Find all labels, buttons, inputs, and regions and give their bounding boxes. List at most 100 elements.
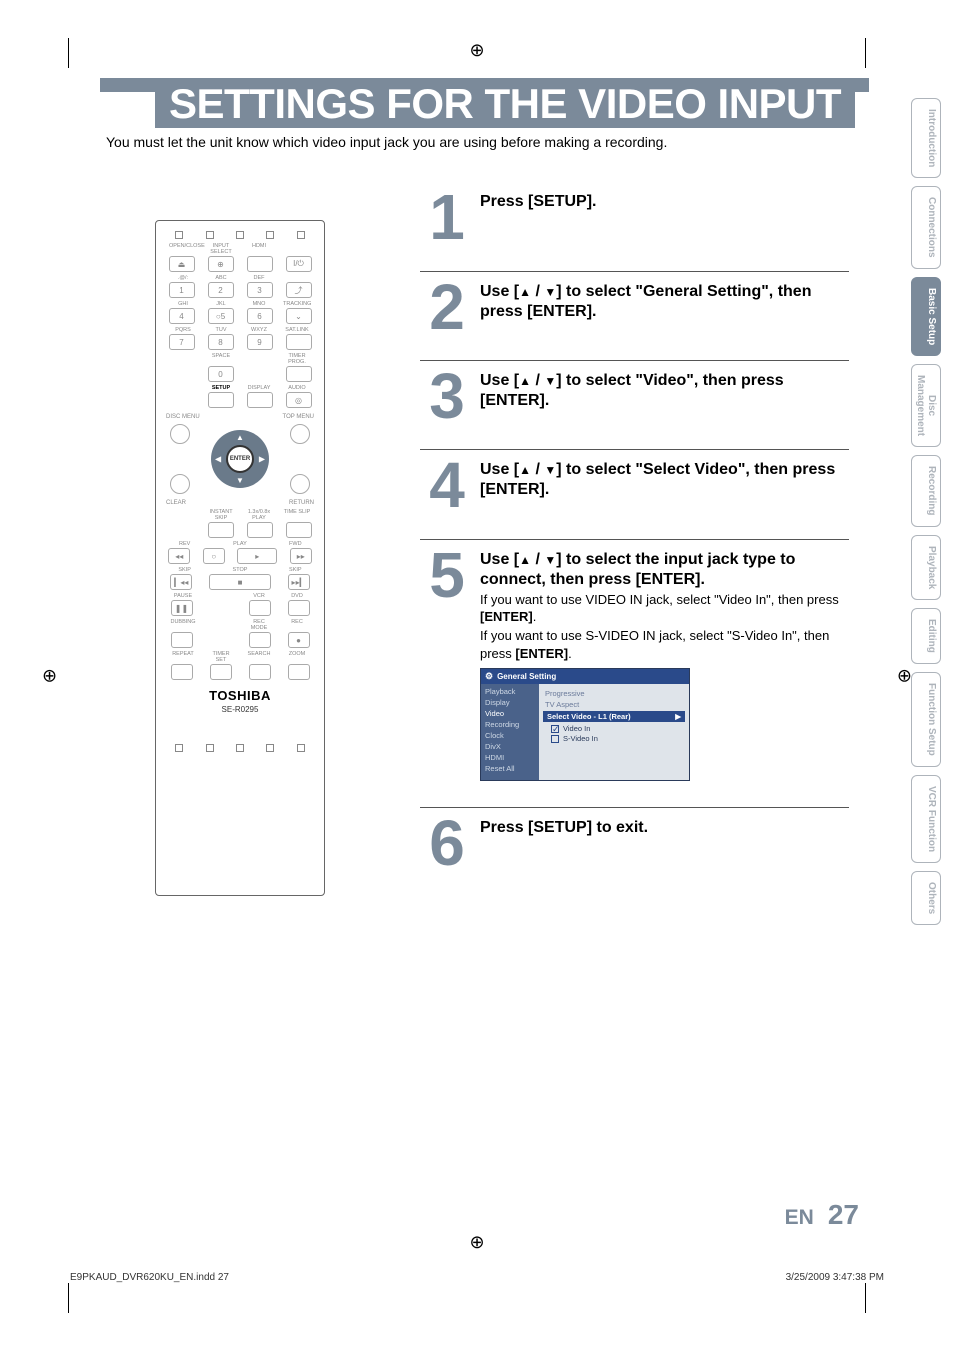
input-select-button[interactable]: ⊕ [208,256,234,272]
remote-button-row [164,664,316,680]
tab-editing[interactable]: Editing [911,608,941,664]
num-5-button[interactable]: ○5 [208,308,234,324]
timer-prog-button[interactable] [286,366,312,382]
remote-label: REC MODE [245,619,273,631]
step-text: If you want to use VIDEO IN jack, select… [480,592,839,607]
disc-menu-button[interactable] [170,424,190,444]
skip-fwd-button[interactable]: ▸▸▎ [288,574,310,590]
osd-submenu-item[interactable]: Video In [551,724,685,734]
open-close-button[interactable]: ⏏ [169,256,195,272]
osd-left-item[interactable]: Clock [481,730,539,741]
osd-submenu-item[interactable]: S-Video In [551,734,685,744]
arrow-right-icon: ▶ [259,455,265,464]
remote-label [283,243,311,255]
stop-button[interactable]: ■ [209,574,271,590]
step-heading: Use [▲ / ▼] to select "Video", then pres… [480,371,849,411]
display-button[interactable] [247,392,273,408]
osd-left-item[interactable]: Playback [481,686,539,697]
osd-left-item[interactable]: Display [481,697,539,708]
osd-highlighted-option[interactable]: Select Video - L1 (Rear) ▶ [543,711,685,722]
step-5: 5 Use [▲ / ▼] to select the input jack t… [420,539,849,807]
tab-introduction[interactable]: Introduction [911,98,941,178]
tab-vcr-function[interactable]: VCR Function [911,775,941,863]
step-1: 1 Press [SETUP]. [420,190,849,270]
num-0-button[interactable]: 0 [208,366,234,382]
osd-option[interactable]: Progressive [543,688,685,699]
fwd-button[interactable]: ▸▸ [290,548,312,564]
remote-label: SEARCH [245,651,273,663]
tab-recording[interactable]: Recording [911,455,941,526]
osd-left-item[interactable]: HDMI [481,752,539,763]
dvd-button[interactable] [288,600,310,616]
skip-back-button[interactable]: ▎◂◂ [170,574,192,590]
num-1-button[interactable]: 1 [169,282,195,298]
step-body: Press [SETUP] to exit. [480,816,849,870]
gear-icon: ⚙ [485,671,493,682]
print-timestamp: 3/25/2009 3:47:38 PM [786,1272,884,1283]
setup-button[interactable] [208,392,234,408]
num-2-button[interactable]: 2 [208,282,234,298]
time-slip-button[interactable] [286,522,312,538]
hdmi-button[interactable] [247,256,273,272]
osd-left-item[interactable]: DivX [481,741,539,752]
osd-option[interactable]: TV Aspect [543,699,685,710]
enter-button[interactable]: ENTER [226,445,254,473]
step-text-bold: [ENTER] [480,609,533,624]
tracking-up-button[interactable]: ⤴ [286,282,312,298]
rec-button[interactable]: ● [288,632,310,648]
body-columns: OPEN/CLOSE INPUT SELECT HDMI ⏏ ⊕ I/⏻ .@/… [100,190,869,896]
step-3: 3 Use [▲ / ▼] to select "Video", then pr… [420,360,849,449]
arrow-up-icon: ▲ [519,374,531,388]
num-9-button[interactable]: 9 [247,334,273,350]
return-button[interactable] [290,474,310,494]
clear-button[interactable] [170,474,190,494]
tab-disc-management[interactable]: Disc Management [911,364,941,447]
play-indicator-button[interactable]: ○ [203,548,225,564]
rev-button[interactable]: ◂◂ [168,548,190,564]
pause-button[interactable]: ❚❚ [171,600,193,616]
satlink-button[interactable] [286,334,312,350]
remote-button-row: ❚❚ [164,600,316,616]
audio-button[interactable]: ◎ [286,392,312,408]
num-7-button[interactable]: 7 [169,334,195,350]
remote-hole [266,231,274,239]
step-6: 6 Press [SETUP] to exit. [420,807,849,896]
num-8-button[interactable]: 8 [208,334,234,350]
power-button[interactable]: I/⏻ [286,256,312,272]
step-text: Use [ [480,551,519,568]
tab-connections[interactable]: Connections [911,186,941,269]
osd-left-item[interactable]: Recording [481,719,539,730]
tab-playback[interactable]: Playback [911,535,941,600]
search-button[interactable] [249,664,271,680]
checkbox-unchecked-icon [551,735,559,743]
play-button[interactable]: ▸ [237,548,277,564]
remote-label: INSTANT SKIP [207,509,235,521]
tab-others[interactable]: Others [911,871,941,925]
num-3-button[interactable]: 3 [247,282,273,298]
timer-set-button[interactable] [210,664,232,680]
tab-function-setup[interactable]: Function Setup [911,672,941,767]
repeat-button[interactable] [171,664,193,680]
rec-mode-button[interactable] [249,632,271,648]
remote-label: TIMER PROG. [283,353,311,365]
tracking-down-button[interactable]: ⌄ [286,308,312,324]
zoom-button[interactable] [288,664,310,680]
instant-skip-button[interactable] [208,522,234,538]
tab-basic-setup[interactable]: Basic Setup [911,277,941,356]
dpad-ring[interactable]: ▲ ▼ ◀ ▶ ENTER [211,430,269,488]
num-4-button[interactable]: 4 [169,308,195,324]
remote-hole [297,231,305,239]
speed-play-button[interactable] [247,522,273,538]
vcr-button[interactable] [249,600,271,616]
remote-label: INPUT SELECT [207,243,235,255]
osd-right-panel: Progressive TV Aspect Select Video - L1 … [539,684,689,780]
step-heading: Use [▲ / ▼] to select "Select Video", th… [480,460,849,500]
top-menu-button[interactable] [290,424,310,444]
model-number: SE-R0295 [164,705,316,714]
num-6-button[interactable]: 6 [247,308,273,324]
dubbing-button[interactable] [171,632,193,648]
remote-hole [206,231,214,239]
osd-left-item[interactable]: Reset All [481,763,539,774]
osd-left-item-selected[interactable]: Video [481,708,539,719]
return-label: RETURN [289,500,314,506]
